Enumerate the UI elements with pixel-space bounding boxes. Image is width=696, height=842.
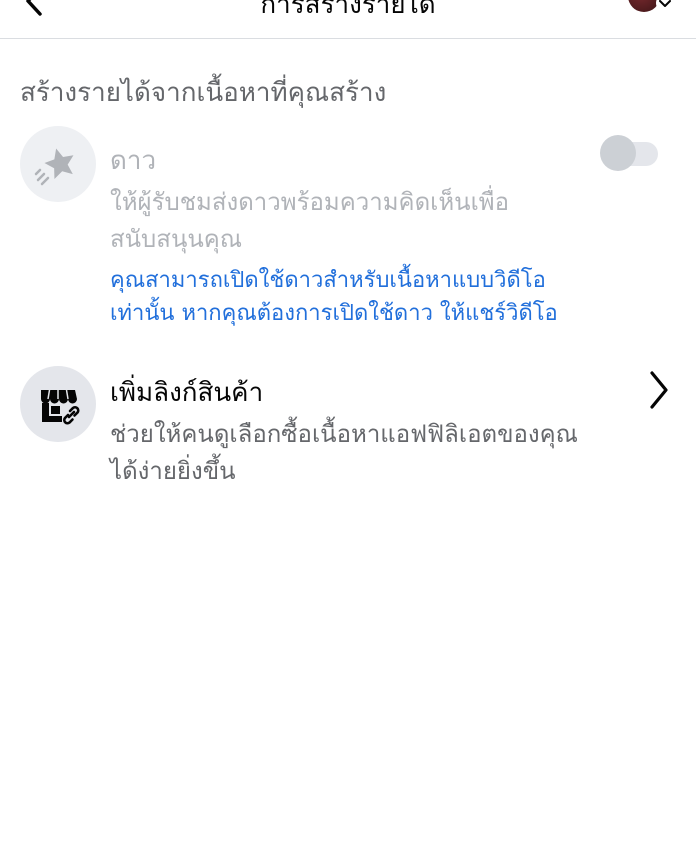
stars-toggle[interactable] [600,134,660,172]
star-icon [34,148,74,186]
stars-title: ดาว [110,146,157,176]
stars-note: คุณสามารถเปิดใช้ดาวสำหรับเนื้อหาแบบวิดีโ… [110,268,558,326]
avatar-menu-badge [656,0,674,12]
section-heading: สร้างรายได้จากเนื้อหาที่คุณสร้าง [20,78,387,108]
product-links-description: ช่วยให้คนดูเลือกซื้อเนื้อหาแอฟฟิลิเอตของ… [110,420,578,485]
chevron-right-icon [650,371,668,409]
product-links-title: เพิ่มลิงก์สินค้า [110,378,264,408]
stars-description: ให้ผู้รับชมส่งดาวพร้อมความคิดเห็นเพื่อสน… [110,188,510,253]
chevron-down-icon [659,0,671,7]
monetization-page: การสร้างรายได้ สร้างรายได้จากเนื้อหาที่ค… [0,0,696,842]
profile-switcher[interactable] [628,0,676,16]
shop-link-icon [41,389,80,425]
page-title: การสร้างรายได้ [260,0,436,20]
top-bar: การสร้างรายได้ [0,0,696,39]
product-links-chevron[interactable] [642,368,674,412]
product-links-icon-circle [20,366,96,442]
toggle-knob [600,135,636,171]
stars-icon-circle [20,126,96,202]
